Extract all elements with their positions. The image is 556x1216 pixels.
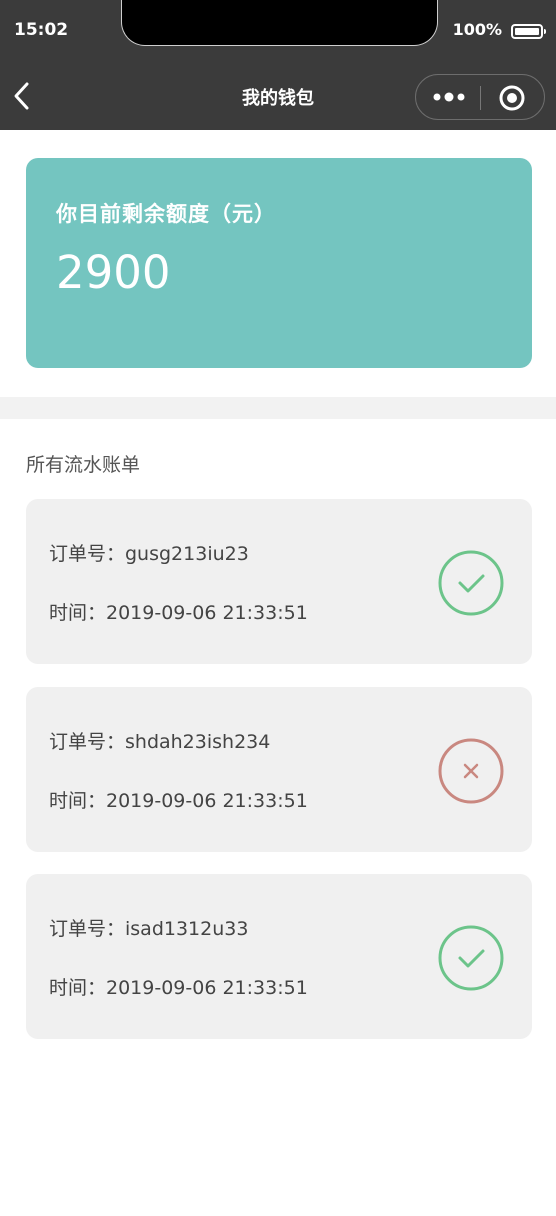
transaction-item[interactable]: 订单号：isad1312u33 时间：2019-09-06 21:33:51 xyxy=(26,874,532,1039)
balance-value: 2900 xyxy=(56,246,171,299)
transaction-time: 时间：2019-09-06 21:33:51 xyxy=(49,602,308,624)
transaction-order-number: 订单号：isad1312u33 xyxy=(49,918,249,940)
x-circle-icon xyxy=(438,738,504,804)
transaction-item[interactable]: 订单号：gusg213iu23 时间：2019-09-06 21:33:51 xyxy=(26,499,532,664)
capsule-divider xyxy=(480,86,481,110)
transaction-time: 时间：2019-09-06 21:33:51 xyxy=(49,977,308,999)
more-dots-icon xyxy=(433,92,465,102)
device-notch xyxy=(121,0,438,46)
transaction-order-number: 订单号：shdah23ish234 xyxy=(49,731,271,753)
top-bar: 15:02 100% 我的钱包 xyxy=(0,0,556,130)
transaction-item[interactable]: 订单号：shdah23ish234 时间：2019-09-06 21:33:51 xyxy=(26,687,532,852)
status-time: 15:02 xyxy=(14,20,69,40)
transaction-time: 时间：2019-09-06 21:33:51 xyxy=(49,790,308,812)
mini-program-capsule xyxy=(415,74,545,120)
balance-card: 你目前剩余额度（元） 2900 xyxy=(26,158,532,368)
target-circle-icon xyxy=(499,85,525,111)
transaction-order-number: 订单号：gusg213iu23 xyxy=(49,543,249,565)
check-circle-icon xyxy=(438,550,504,616)
close-mini-program-button[interactable] xyxy=(498,84,526,112)
battery-percent: 100% xyxy=(452,20,502,39)
balance-label: 你目前剩余额度（元） xyxy=(56,202,276,226)
check-circle-icon xyxy=(438,925,504,991)
section-divider xyxy=(0,397,556,419)
battery-icon xyxy=(511,24,546,39)
transactions-section-title: 所有流水账单 xyxy=(26,454,141,476)
more-options-button[interactable] xyxy=(431,87,467,107)
